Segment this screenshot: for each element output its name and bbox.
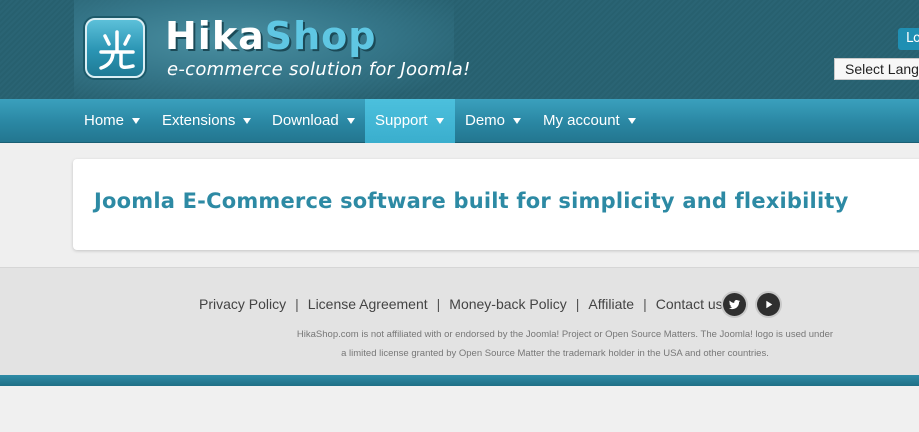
chevron-down-icon [513, 118, 522, 125]
footer-separator: | [643, 296, 647, 312]
footer-link-affiliate[interactable]: Affiliate [588, 296, 634, 312]
nav-item-extensions[interactable]: Extensions [152, 99, 261, 143]
main-nav: Home Extensions Download Support Demo My… [0, 99, 919, 143]
youtube-icon[interactable] [757, 293, 780, 316]
brand-name[interactable]: HikaShop [165, 14, 376, 58]
chevron-down-icon [627, 118, 636, 125]
tagline: e-commerce solution for Joomla! [167, 59, 471, 80]
footer-link-license-agreement[interactable]: License Agreement [308, 296, 428, 312]
disclaimer-line-1: HikaShop.com is not affiliated with or e… [296, 329, 834, 340]
nav-item-demo[interactable]: Demo [455, 99, 531, 143]
footer-bottom-bar [0, 375, 919, 386]
nav-item-label: Demo [465, 112, 506, 129]
nav-item-download[interactable]: Download [262, 99, 365, 143]
language-select[interactable]: Select Language [834, 58, 919, 80]
site-footer: Privacy Policy | License Agreement | Money-b… [0, 267, 919, 375]
footer-separator: | [295, 296, 299, 312]
footer-links: Privacy Policy | License Agreement | Money-b… [199, 296, 744, 312]
login-button[interactable]: Lo [898, 28, 919, 50]
nav-item-label: Extensions [162, 112, 236, 129]
page-title: Joomla E-Commerce software built for sim… [94, 189, 849, 213]
nav-item-my-account[interactable]: My account [533, 99, 646, 143]
hikashop-logo-icon[interactable] [85, 18, 145, 78]
chevron-down-icon [435, 118, 444, 125]
footer-link-contact-us[interactable]: Contact us [656, 296, 723, 312]
nav-item-label: Download [272, 112, 339, 129]
nav-item-label: Support [375, 112, 428, 129]
brand-name-part2: Shop [264, 14, 377, 58]
intro-card: Joomla E-Commerce software built for sim… [73, 159, 919, 250]
brand-name-part1: Hika [165, 14, 265, 58]
nav-item-label: Home [84, 112, 125, 129]
footer-link-privacy-policy[interactable]: Privacy Policy [199, 296, 286, 312]
page-bottom [0, 386, 919, 432]
chevron-down-icon [132, 118, 141, 125]
chevron-down-icon [346, 118, 355, 125]
footer-separator: | [575, 296, 580, 312]
footer-separator: | [436, 296, 441, 312]
nav-item-label: My account [543, 112, 620, 129]
chevron-down-icon [243, 118, 252, 125]
site-header: HikaShop e-commerce solution for Joomla!… [0, 0, 919, 99]
footer-link-money-back-policy[interactable]: Money-back Policy [449, 296, 567, 312]
nav-item-home[interactable]: Home [74, 99, 150, 143]
disclaimer-line-2: a limited license granted by Open Source… [341, 348, 769, 359]
nav-item-support[interactable]: Support [365, 99, 455, 143]
twitter-icon[interactable] [723, 293, 746, 316]
